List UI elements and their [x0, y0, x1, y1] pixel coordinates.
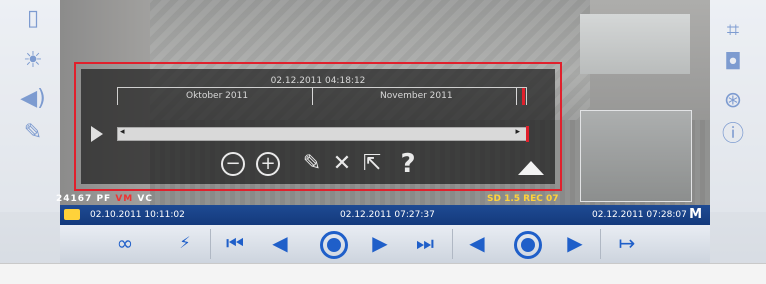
previous-event-icon[interactable]: ◀: [265, 231, 295, 255]
light-icon[interactable]: ☀: [18, 48, 48, 74]
time-scrubber[interactable]: ◂ ▸: [117, 126, 529, 142]
zoom-in-icon[interactable]: +: [256, 152, 280, 176]
osd-counter: 24167: [56, 194, 93, 204]
timeline-end: 02.12.2011 07:28:07: [592, 210, 687, 220]
toolbar-separator: [452, 229, 453, 259]
collapse-up-icon[interactable]: [518, 161, 544, 175]
timeline-bar[interactable]: 02.10.2011 10:11:02 02.12.2011 07:27:37 …: [60, 205, 710, 225]
time-search-panel: 02.12.2011 04:18:12 Oktober 2011 Novembe…: [74, 62, 562, 191]
osd-flag-vm: VM: [115, 194, 134, 204]
first-event-icon[interactable]: ⏮: [220, 231, 250, 255]
recording-camera-icon: [64, 209, 80, 220]
info-icon[interactable]: ⓘ: [718, 122, 748, 148]
toolbar-separator: [210, 229, 211, 259]
osd-flag-pf: PF: [96, 194, 112, 204]
current-position-marker: [522, 88, 525, 105]
zoom-out-icon[interactable]: −: [221, 152, 245, 176]
export-icon[interactable]: ⇱: [359, 152, 385, 176]
lifebuoy-icon[interactable]: ⊛: [718, 88, 748, 114]
door-icon[interactable]: ▯: [18, 6, 48, 32]
live-event-icon[interactable]: [320, 231, 348, 259]
scrubber-end-marker: [526, 126, 529, 142]
last-event-icon[interactable]: ⏭: [410, 231, 440, 255]
osd-flag-vc: VC: [137, 194, 153, 204]
play-forward-icon[interactable]: ▶: [560, 231, 590, 255]
toolbar-separator: [600, 229, 601, 259]
panel-current-datetime: 02.12.2011 04:18:12: [270, 76, 366, 86]
play-icon[interactable]: [91, 126, 103, 142]
stop-icon[interactable]: [514, 231, 542, 259]
month-label-oktober: Oktober 2011: [186, 91, 249, 101]
play-backward-icon[interactable]: ◀: [462, 231, 492, 255]
next-event-icon[interactable]: ▶: [365, 231, 395, 255]
month-scale[interactable]: Oktober 2011 November 2011: [117, 87, 527, 105]
status-bar: [0, 263, 766, 284]
camera-icon[interactable]: ◘: [718, 50, 748, 76]
event-filter-icon[interactable]: ⚡: [170, 231, 200, 255]
close-icon[interactable]: ✕: [329, 152, 355, 176]
month-separator: [516, 88, 517, 105]
month-label-november: November 2011: [380, 91, 453, 101]
osd-right: SD 1.5 REC 07: [487, 194, 559, 204]
wrench-icon[interactable]: ✎: [18, 120, 48, 146]
mobotix-logo-icon: M: [689, 207, 702, 222]
month-separator: [312, 88, 313, 105]
time-search-panel-body: 02.12.2011 04:18:12 Oktober 2011 Novembe…: [81, 69, 555, 184]
help-icon[interactable]: ?: [395, 151, 421, 177]
playback-controls: ∞ ⚡ ⏮ ◀ ▶ ⏭ ◀ ▶ ↦: [60, 225, 710, 263]
marker-pen-icon[interactable]: ✎: [299, 152, 325, 176]
timeline-start: 02.10.2011 10:11:02: [90, 210, 185, 220]
jump-to-end-icon[interactable]: ↦: [612, 231, 642, 255]
crop-icon[interactable]: ⌗: [718, 18, 748, 44]
scroll-left-icon[interactable]: ◂: [120, 127, 125, 137]
timeline-current: 02.12.2011 07:27:37: [340, 210, 435, 220]
link-cameras-icon[interactable]: ∞: [110, 231, 140, 255]
speaker-icon[interactable]: ◀): [18, 86, 48, 112]
scroll-right-icon[interactable]: ▸: [515, 127, 520, 137]
